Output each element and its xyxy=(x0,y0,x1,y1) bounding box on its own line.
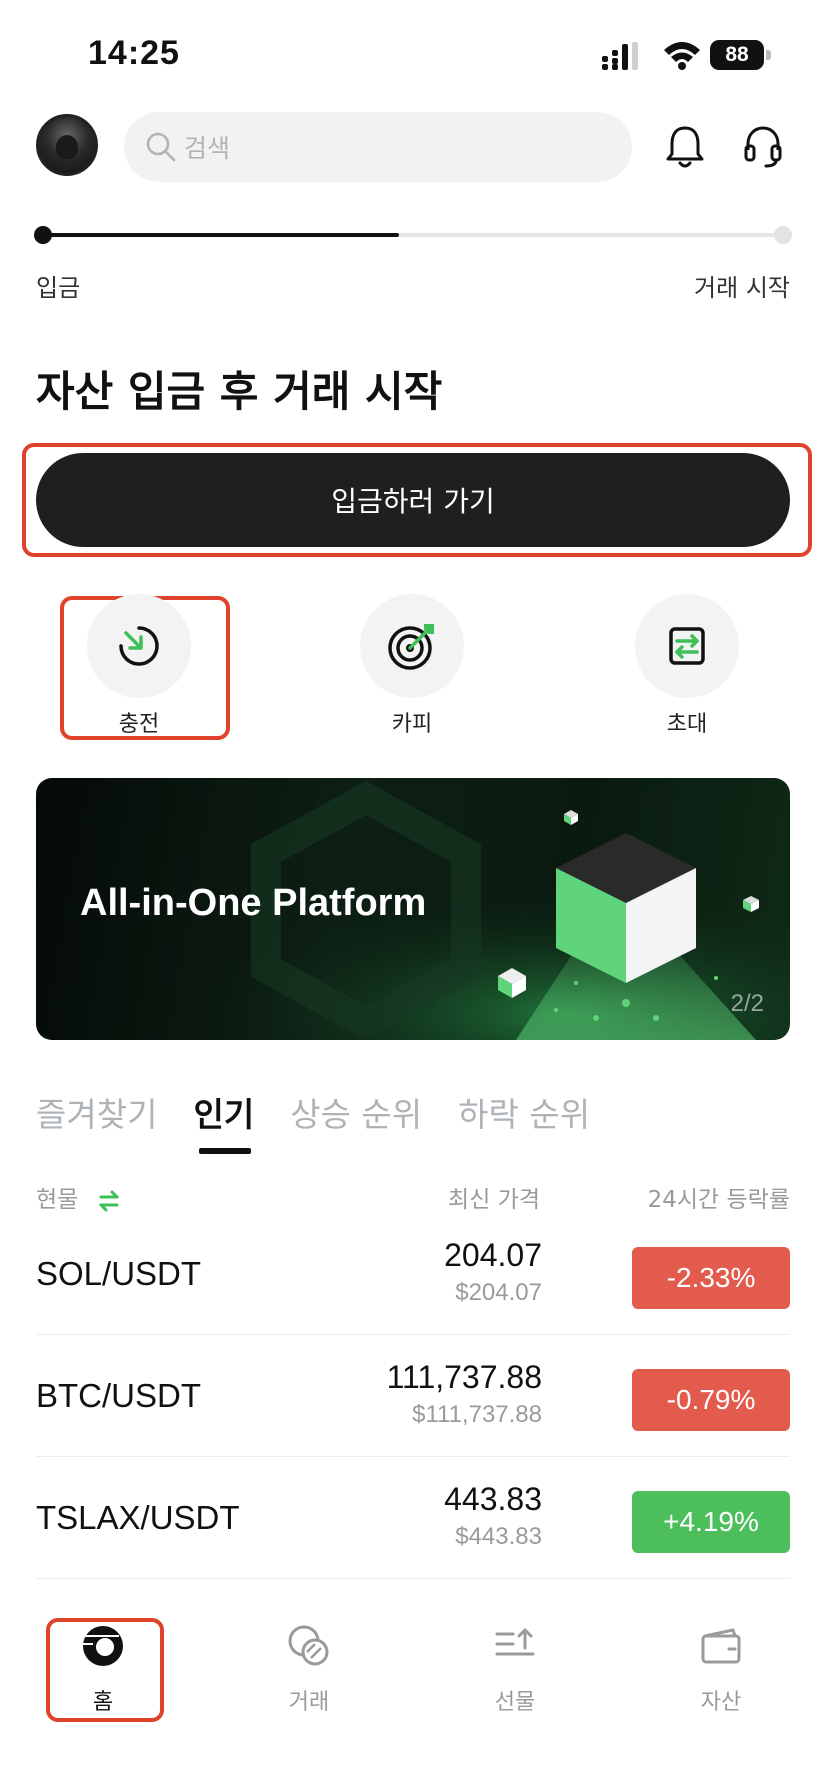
tab-top-losers[interactable]: 하락 순위 xyxy=(458,1088,590,1148)
tab-popular[interactable]: 인기 xyxy=(193,1088,255,1154)
latest-price: 111,737.88 xyxy=(386,1359,542,1395)
headset-icon[interactable] xyxy=(742,124,784,170)
search-placeholder: 검색 xyxy=(184,134,231,163)
progress-start-dot xyxy=(34,226,52,244)
promo-banner[interactable]: All-in-One Platform 2/2 xyxy=(36,778,790,1040)
trade-icon xyxy=(288,1625,329,1666)
search-icon xyxy=(146,132,176,162)
price-usd: $443.83 xyxy=(455,1523,542,1550)
tab-popular-label: 인기 xyxy=(193,1095,255,1134)
quick-action-deposit[interactable]: 충전 xyxy=(84,594,194,737)
latest-price: 204.07 xyxy=(444,1237,542,1273)
nav-label: 자산 xyxy=(700,1690,742,1715)
nav-label: 선물 xyxy=(494,1690,536,1715)
invite-swap-icon xyxy=(669,627,705,665)
nav-assets[interactable]: 자산 xyxy=(661,1622,781,1732)
quick-action-label: 카피 xyxy=(391,712,433,737)
banner-page-indicator: 2/2 xyxy=(730,990,764,1017)
change-badge: -0.79% xyxy=(632,1369,790,1431)
quick-action-label: 초대 xyxy=(666,712,708,737)
nav-futures[interactable]: 선물 xyxy=(455,1622,575,1732)
progress-label-start-trading: 거래 시작 xyxy=(694,274,790,302)
change-badge: -2.33% xyxy=(632,1247,790,1309)
tab-top-gainers[interactable]: 상승 순위 xyxy=(290,1088,422,1148)
wallet-icon xyxy=(701,1628,741,1664)
deposit-arrow-icon xyxy=(119,626,159,666)
page-title: 자산 입금 후 거래 시작 xyxy=(36,367,443,416)
wifi-icon xyxy=(664,42,700,70)
pair-name: TSLAX/USDT xyxy=(36,1499,240,1536)
banner-title: All-in-One Platform xyxy=(80,882,427,924)
quick-action-invite[interactable]: 초대 xyxy=(632,594,742,737)
market-row[interactable]: BTC/USDT 111,737.88 $111,737.88 -0.79% xyxy=(36,1335,790,1457)
column-24h-change: 24시간 등락률 xyxy=(647,1187,790,1213)
latest-price: 443.83 xyxy=(444,1481,542,1517)
market-tabs: 즐겨찾기 인기 상승 순위 하락 순위 xyxy=(36,1088,590,1154)
battery-level: 88 xyxy=(710,40,764,70)
active-tab-indicator xyxy=(199,1148,252,1154)
column-spot-label: 현물 xyxy=(36,1187,79,1213)
price-usd: $111,737.88 xyxy=(412,1401,542,1428)
quick-action-label: 충전 xyxy=(118,712,160,737)
cellular-signal-icon xyxy=(602,42,638,70)
tab-favorites[interactable]: 즐겨찾기 xyxy=(36,1088,157,1148)
progress-label-deposit: 입금 xyxy=(36,274,81,302)
nav-label: 거래 xyxy=(288,1690,330,1715)
go-to-deposit-button[interactable]: 입금하러 가기 xyxy=(36,453,790,547)
progress-end-dot xyxy=(774,226,792,244)
bell-icon[interactable] xyxy=(664,124,706,170)
market-row[interactable]: TSLAX/USDT 443.83 $443.83 +4.19% xyxy=(36,1457,790,1579)
battery-icon: 88 xyxy=(710,40,772,70)
highlight-frame xyxy=(46,1618,164,1722)
avatar[interactable] xyxy=(36,114,98,176)
swap-icon xyxy=(99,1190,119,1211)
pair-name: SOL/USDT xyxy=(36,1255,202,1292)
status-bar: 14:25 88 xyxy=(0,0,828,100)
quick-action-copy[interactable]: 카피 xyxy=(357,594,467,737)
search-input[interactable]: 검색 xyxy=(124,112,632,182)
nav-trade[interactable]: 거래 xyxy=(249,1622,369,1732)
status-time: 14:25 xyxy=(88,34,180,72)
change-badge: +4.19% xyxy=(632,1491,790,1553)
progress-fill xyxy=(44,233,400,237)
pair-name: BTC/USDT xyxy=(36,1377,201,1414)
price-usd: $204.07 xyxy=(455,1279,542,1306)
futures-icon xyxy=(495,1628,535,1656)
column-spot[interactable]: 현물 xyxy=(36,1180,122,1214)
market-row[interactable]: SOL/USDT 204.07 $204.07 -2.33% xyxy=(36,1213,790,1335)
onboarding-progress-bar xyxy=(44,233,784,237)
column-latest-price: 최신 가격 xyxy=(448,1187,540,1213)
target-icon xyxy=(388,624,434,670)
